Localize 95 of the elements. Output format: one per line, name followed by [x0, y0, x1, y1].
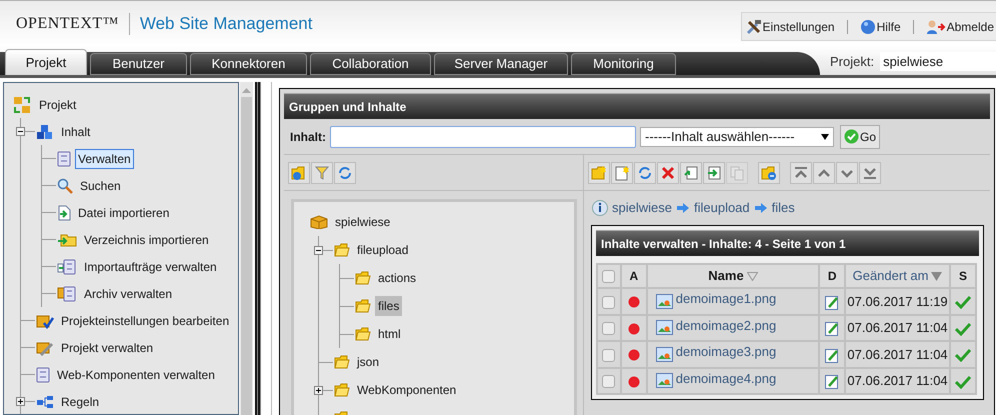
cabinet-icon — [36, 366, 50, 382]
content-field[interactable] — [330, 126, 636, 148]
header-link[interactable]: Einstellungen — [746, 18, 835, 36]
logo: OPENTEXT™ — [16, 14, 119, 34]
settings-box-icon — [36, 312, 54, 328]
field-label: Projekt: — [830, 53, 874, 71]
tree-item[interactable]: Web-Komponenten verwalten — [54, 364, 218, 384]
checkbox[interactable] — [602, 270, 616, 284]
edit-icon[interactable] — [825, 374, 840, 390]
dropdown-value: ------Inhalt auswählen------ — [645, 128, 795, 146]
cubes-icon — [36, 124, 54, 140]
field-label: Inhalt: — [289, 128, 326, 146]
tree-item[interactable]: Suchen — [77, 176, 124, 196]
tree-item[interactable]: files — [375, 296, 402, 316]
tree-item[interactable]: html — [375, 324, 404, 344]
import-cabinet-icon — [57, 258, 77, 274]
tab[interactable]: Collaboration — [310, 53, 431, 75]
tree-item[interactable]: Importaufträge verwalten — [81, 256, 220, 276]
breadcrumb-link[interactable]: files — [772, 198, 795, 218]
arrow-right-icon — [754, 202, 768, 214]
box-icon — [310, 215, 328, 229]
header-link[interactable]: Hilfe — [860, 18, 901, 36]
tree-item[interactable]: Projekt — [36, 94, 80, 114]
folder-icon — [334, 382, 350, 398]
tree-item[interactable]: Projekt verwalten — [58, 338, 156, 358]
folder-icon — [334, 242, 350, 258]
cabinet-icon — [57, 150, 71, 166]
tree-item[interactable]: WebKomponenten — [354, 380, 460, 400]
date-text: 07.06.2017 11:04 — [847, 373, 948, 388]
check-icon — [844, 129, 859, 144]
tree-item[interactable]: actions — [375, 268, 420, 288]
breadcrumb-link[interactable]: fileupload — [694, 198, 750, 218]
image-icon — [656, 373, 673, 388]
folder-icon — [355, 326, 371, 342]
panel-title: Gruppen und Inhalte — [289, 98, 406, 116]
tab[interactable]: Benutzer — [90, 53, 187, 75]
image-icon — [656, 346, 673, 362]
info-icon — [592, 200, 608, 216]
checkbox[interactable] — [602, 348, 616, 362]
folder-icon — [355, 298, 371, 314]
image-icon — [656, 294, 673, 308]
edit-icon[interactable] — [825, 321, 840, 336]
search-icon — [57, 178, 73, 194]
date-text: 07.06.2017 11:19 — [847, 294, 948, 308]
tree-item[interactable]: Projekteinstellungen bearbeiten — [58, 310, 232, 330]
project-field[interactable]: spielwiese — [880, 52, 996, 72]
tree-item[interactable]: Verwalten — [75, 148, 134, 168]
column-header: D — [819, 264, 846, 288]
logout-icon — [926, 18, 946, 34]
tab[interactable]: Server Manager — [434, 53, 568, 75]
checkbox[interactable] — [602, 322, 616, 336]
expand-icon[interactable] — [16, 397, 25, 406]
collapse-icon[interactable] — [314, 246, 323, 254]
column-header: A — [620, 264, 647, 288]
date-text: 07.06.2017 11:04 — [847, 346, 948, 362]
go-button[interactable]: Go — [840, 124, 880, 148]
date-text: 07.06.2017 11:04 — [847, 320, 948, 335]
sync-icon — [12, 96, 32, 114]
file-import-icon — [57, 204, 71, 220]
folder-icon — [355, 270, 371, 286]
column-header[interactable]: Name — [708, 266, 744, 286]
archive-icon — [57, 286, 77, 302]
breadcrumb-link[interactable]: spielwiese — [612, 198, 672, 218]
tree-item[interactable]: Regeln — [58, 392, 102, 412]
checkbox[interactable] — [602, 296, 616, 309]
scroll-up-icon[interactable] — [242, 88, 251, 93]
edit-icon[interactable] — [825, 348, 840, 363]
folder-icon — [334, 354, 350, 370]
folder-import-icon — [57, 232, 77, 246]
tree-item[interactable]: Verzeichnis importieren — [81, 230, 212, 250]
tab[interactable]: Konnektoren — [190, 53, 307, 75]
collapse-icon[interactable] — [16, 127, 25, 136]
tab[interactable]: Monitoring — [571, 53, 676, 75]
edit-icon[interactable] — [825, 294, 840, 310]
tree-item[interactable]: json — [354, 352, 382, 372]
tree-item[interactable]: spielwiese — [332, 212, 394, 232]
tree-item[interactable]: Inhalt — [58, 122, 94, 142]
tree-item[interactable]: Datei importieren — [75, 202, 172, 222]
scrollbar[interactable] — [240, 82, 253, 415]
caret-icon — [821, 134, 829, 140]
checkbox[interactable] — [602, 375, 616, 388]
content-dropdown[interactable]: ------Inhalt auswählen------ — [640, 126, 834, 146]
header-link[interactable]: Abmelde — [926, 18, 994, 36]
image-icon — [656, 320, 673, 335]
tools-icon — [746, 18, 762, 34]
network-icon — [36, 394, 54, 408]
table-title: Inhalte verwalten - Inhalte: 4 - Seite 1 von 1 — [601, 236, 846, 252]
app-title: Web Site Management — [140, 12, 312, 35]
help-icon — [860, 18, 876, 34]
arrow-right-icon — [676, 202, 690, 214]
tree-item[interactable]: Archiv verwalten — [81, 284, 176, 304]
column-header: S — [950, 264, 976, 288]
tree-item[interactable]: fileupload — [354, 240, 412, 260]
expand-icon[interactable] — [314, 386, 323, 394]
tab[interactable]: Projekt — [5, 49, 87, 75]
